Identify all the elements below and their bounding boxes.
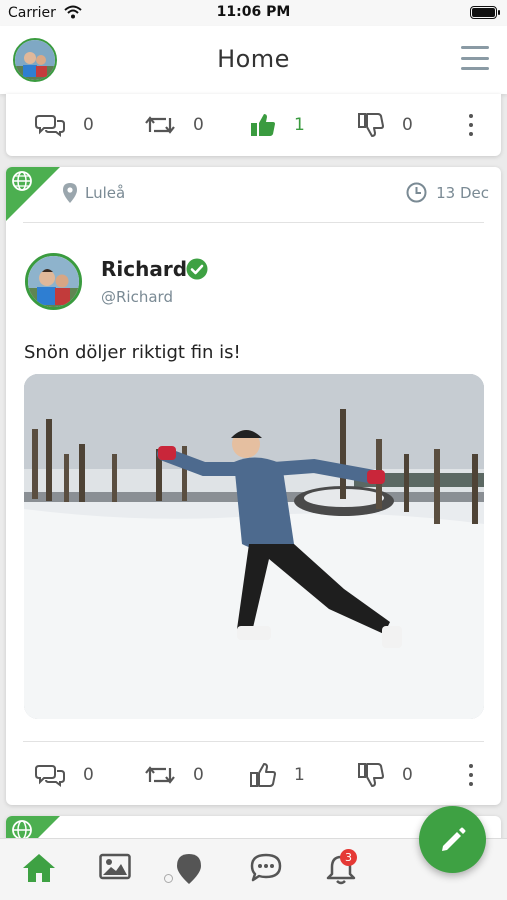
divider [23, 222, 484, 223]
repost-icon [145, 116, 175, 134]
image-icon[interactable] [99, 853, 131, 881]
date-label: 13 Dec [436, 183, 489, 202]
more-options-icon[interactable] [469, 764, 473, 786]
status-bar: Carrier 11:06 PM [0, 0, 507, 26]
clock-icon [406, 182, 427, 203]
thumbs-up-icon [250, 763, 276, 787]
more-options-icon[interactable] [469, 114, 473, 136]
comment-count: 0 [83, 115, 94, 135]
post-date: 13 Dec [406, 182, 489, 203]
repost-icon [145, 766, 175, 784]
like-count: 1 [294, 765, 305, 785]
chat-icon[interactable] [250, 853, 282, 883]
location-pin-icon [63, 183, 77, 203]
previous-post-card: 0 0 1 0 [6, 94, 501, 156]
map-dot-icon [164, 874, 173, 883]
home-icon[interactable] [22, 853, 56, 883]
comment-button[interactable]: 0 [35, 755, 94, 795]
dislike-count: 0 [402, 115, 413, 135]
map-pin-icon[interactable] [176, 853, 202, 885]
like-button[interactable]: 1 [250, 755, 305, 795]
notification-badge: 3 [340, 849, 357, 866]
dislike-button[interactable]: 0 [358, 755, 413, 795]
repost-count: 0 [193, 765, 204, 785]
verified-badge-icon [186, 258, 208, 280]
comment-count: 0 [83, 765, 94, 785]
repost-button[interactable]: 0 [145, 755, 204, 795]
like-button[interactable]: 1 [250, 105, 305, 145]
like-count: 1 [294, 115, 305, 135]
comment-icon [35, 765, 65, 787]
pencil-icon [441, 827, 465, 851]
divider [23, 741, 484, 742]
author-handle[interactable]: @Richard [101, 288, 173, 306]
author-name[interactable]: Richard [101, 257, 187, 281]
comment-icon [35, 115, 65, 137]
repost-count: 0 [193, 115, 204, 135]
thumbs-down-icon [358, 763, 384, 787]
post-location[interactable]: Luleå [62, 182, 125, 204]
hamburger-icon[interactable] [461, 46, 489, 70]
post-actions: 0 0 1 0 [6, 755, 501, 795]
post-actions: 0 0 1 0 [6, 105, 501, 145]
page-title: Home [217, 45, 290, 73]
post-card: Luleå 13 Dec Richard @Richard Snön dölje… [6, 167, 501, 805]
dislike-button[interactable]: 0 [358, 105, 413, 145]
comment-button[interactable]: 0 [35, 105, 94, 145]
location-label: Luleå [85, 184, 126, 202]
dislike-count: 0 [402, 765, 413, 785]
thumbs-down-icon [358, 113, 384, 137]
repost-button[interactable]: 0 [145, 105, 204, 145]
battery-icon [470, 6, 500, 19]
author-avatar[interactable] [25, 253, 82, 310]
globe-icon [12, 171, 32, 191]
post-text: Snön döljer riktigt fin is! [24, 342, 241, 363]
compose-button[interactable] [419, 806, 486, 873]
thumbs-up-icon [251, 114, 275, 136]
nav-bar: Home [0, 26, 507, 94]
ice-skating-photo[interactable] [24, 374, 484, 719]
clock: 11:06 PM [216, 4, 291, 20]
